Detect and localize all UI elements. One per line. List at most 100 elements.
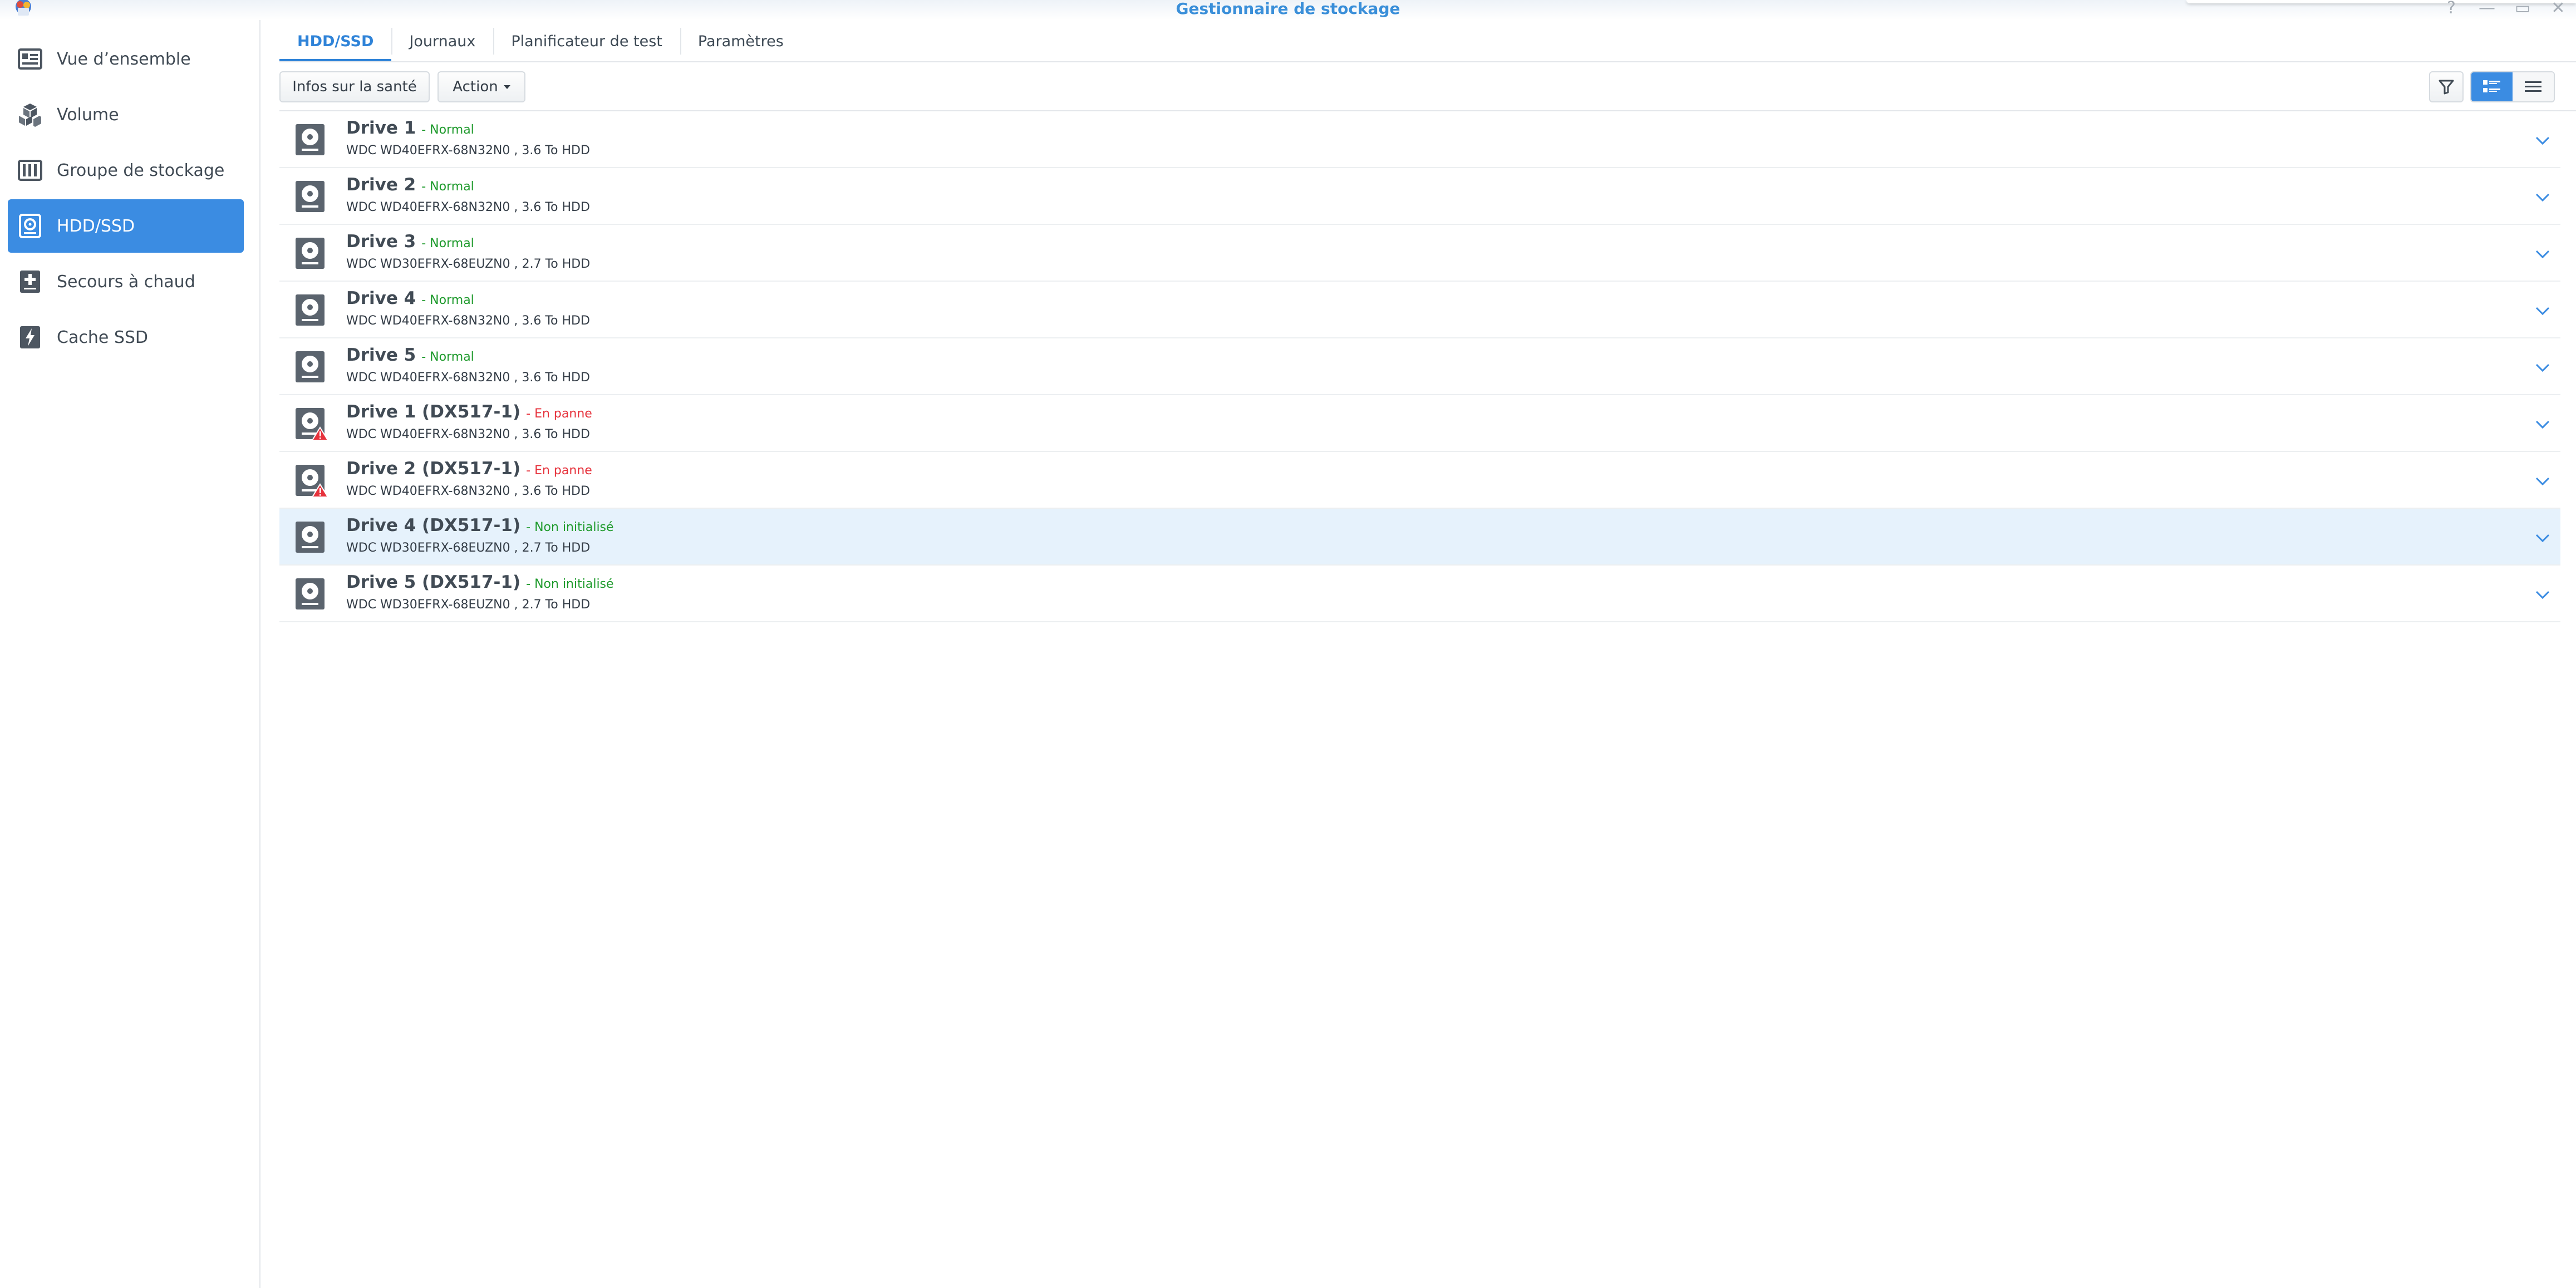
sidebar-item-label: Volume bbox=[57, 105, 119, 125]
drive-name: Drive 1 bbox=[346, 118, 416, 138]
ssd-cache-icon bbox=[16, 323, 45, 352]
drive-list: Drive 1 - Normal WDC WD40EFRX-68N32N0 , 3… bbox=[279, 111, 2560, 622]
drive-status: - Normal bbox=[421, 123, 474, 137]
drive-status: - Non initialisé bbox=[526, 577, 614, 591]
drive-status: - Non initialisé bbox=[526, 520, 614, 534]
tab-divider bbox=[279, 61, 2576, 62]
hdd-icon bbox=[294, 122, 328, 157]
drive-title: Drive 4 (DX517-1) - Non initialisé bbox=[346, 515, 614, 538]
hdd-icon bbox=[294, 236, 328, 271]
drive-name: Drive 4 bbox=[346, 288, 416, 308]
sidebar-item-label: Vue d’ensemble bbox=[57, 49, 191, 69]
drive-status: - En panne bbox=[526, 464, 592, 478]
sidebar-item-ssd-cache[interactable]: Cache SSD bbox=[8, 311, 244, 364]
drive-row[interactable]: Drive 5 (DX517-1) - Non initialisé WDC WD… bbox=[279, 566, 2560, 622]
drive-title: Drive 2 - Normal bbox=[346, 175, 474, 197]
drive-name: Drive 2 bbox=[346, 175, 416, 195]
drive-title: Drive 3 - Normal bbox=[346, 232, 474, 254]
hdd-icon bbox=[294, 179, 328, 214]
sidebar: Vue d’ensemble Volume Groupe de stockage… bbox=[0, 20, 260, 1288]
drive-row[interactable]: Drive 1 - Normal WDC WD40EFRX-68N32N0 , 3… bbox=[279, 111, 2560, 168]
list-compact-icon bbox=[2525, 81, 2541, 92]
drive-row[interactable]: Drive 4 (DX517-1) - Non initialisé WDC WD… bbox=[279, 509, 2560, 566]
help-button[interactable]: ? bbox=[2434, 0, 2469, 19]
hdd-icon bbox=[294, 293, 328, 327]
drive-title: Drive 2 (DX517-1) - En panne bbox=[346, 459, 592, 481]
list-detail-icon bbox=[2483, 80, 2500, 92]
overview-icon bbox=[16, 45, 45, 73]
hot-spare-icon bbox=[16, 267, 45, 296]
drive-title: Drive 5 - Normal bbox=[346, 345, 474, 367]
tab-logs[interactable]: Journaux bbox=[391, 21, 493, 61]
chevron-down-icon[interactable] bbox=[2534, 302, 2552, 319]
chevron-down-icon[interactable] bbox=[2534, 472, 2552, 490]
chevron-down-icon[interactable] bbox=[2534, 188, 2552, 206]
drive-row[interactable]: Drive 3 - Normal WDC WD30EFRX-68EUZN0 , 2… bbox=[279, 225, 2560, 282]
drive-row[interactable]: Drive 2 - Normal WDC WD40EFRX-68N32N0 , 3… bbox=[279, 168, 2560, 225]
tab-test-scheduler[interactable]: Planificateur de test bbox=[493, 21, 680, 61]
drive-row[interactable]: Drive 1 (DX517-1) - En panne WDC WD40EFRX… bbox=[279, 395, 2560, 452]
drive-detail: WDC WD40EFRX-68N32N0 , 3.6 To HDD bbox=[346, 371, 590, 385]
chevron-down-icon[interactable] bbox=[2534, 131, 2552, 149]
drive-name: Drive 3 bbox=[346, 232, 416, 252]
drive-detail: WDC WD40EFRX-68N32N0 , 3.6 To HDD bbox=[346, 427, 590, 441]
sidebar-item-label: Secours à chaud bbox=[57, 272, 195, 292]
tab-settings[interactable]: Paramètres bbox=[680, 21, 802, 61]
chevron-down-icon[interactable] bbox=[2534, 245, 2552, 263]
drive-detail: WDC WD40EFRX-68N32N0 , 3.6 To HDD bbox=[346, 144, 590, 158]
drive-status: - En panne bbox=[526, 407, 592, 421]
drive-title: Drive 1 (DX517-1) - En panne bbox=[346, 402, 592, 424]
chevron-down-icon[interactable] bbox=[2534, 358, 2552, 376]
detail-view-button[interactable] bbox=[2471, 72, 2513, 101]
sidebar-item-label: HDD/SSD bbox=[57, 216, 135, 236]
filter-icon bbox=[2439, 80, 2454, 95]
chevron-down-icon[interactable] bbox=[2534, 415, 2552, 433]
drive-status: - Normal bbox=[421, 293, 474, 307]
drive-detail: WDC WD30EFRX-68EUZN0 , 2.7 To HDD bbox=[346, 598, 591, 612]
drive-name: Drive 5 (DX517-1) bbox=[346, 572, 521, 592]
hdd-icon bbox=[294, 406, 329, 441]
caret-down-icon bbox=[503, 85, 510, 89]
health-info-button[interactable]: Infos sur la santé bbox=[279, 71, 430, 102]
drive-detail: WDC WD30EFRX-68EUZN0 , 2.7 To HDD bbox=[346, 257, 591, 271]
drive-status: - Normal bbox=[421, 180, 474, 194]
title-bar: Gestionnaire de stockage ? — ▭ ✕ bbox=[0, 0, 2576, 20]
drive-name: Drive 5 bbox=[346, 345, 416, 365]
compact-view-button[interactable] bbox=[2513, 72, 2554, 101]
drive-title: Drive 5 (DX517-1) - Non initialisé bbox=[346, 572, 614, 594]
drive-detail: WDC WD40EFRX-68N32N0 , 3.6 To HDD bbox=[346, 314, 590, 328]
drive-detail: WDC WD30EFRX-68EUZN0 , 2.7 To HDD bbox=[346, 541, 591, 555]
drive-title: Drive 1 - Normal bbox=[346, 118, 474, 140]
hdd-icon bbox=[16, 212, 45, 240]
drive-detail: WDC WD40EFRX-68N32N0 , 3.6 To HDD bbox=[346, 200, 590, 214]
hdd-icon bbox=[294, 350, 328, 384]
drive-title: Drive 4 - Normal bbox=[346, 288, 474, 311]
sidebar-item-storage-pool[interactable]: Groupe de stockage bbox=[8, 144, 244, 197]
sidebar-item-volume[interactable]: Volume bbox=[8, 88, 244, 141]
drive-status: - Normal bbox=[421, 237, 474, 250]
action-label: Action bbox=[453, 78, 498, 95]
sidebar-item-label: Cache SSD bbox=[57, 327, 149, 347]
drive-row[interactable]: Drive 4 - Normal WDC WD40EFRX-68N32N0 , 3… bbox=[279, 282, 2560, 338]
minimize-button[interactable]: — bbox=[2469, 0, 2505, 19]
tab-hdd-ssd[interactable]: HDD/SSD bbox=[279, 21, 392, 61]
hdd-icon bbox=[294, 463, 329, 498]
action-dropdown-button[interactable]: Action bbox=[437, 71, 525, 102]
chevron-down-icon[interactable] bbox=[2534, 586, 2552, 603]
close-button[interactable]: ✕ bbox=[2540, 0, 2576, 19]
maximize-button[interactable]: ▭ bbox=[2505, 0, 2540, 19]
sidebar-item-hot-spare[interactable]: Secours à chaud bbox=[8, 255, 244, 308]
drive-row[interactable]: Drive 2 (DX517-1) - En panne WDC WD40EFRX… bbox=[279, 452, 2560, 509]
drive-status: - Normal bbox=[421, 350, 474, 364]
volume-icon bbox=[16, 100, 45, 129]
view-mode-toggle bbox=[2470, 71, 2555, 102]
drive-row[interactable]: Drive 5 - Normal WDC WD40EFRX-68N32N0 , 3… bbox=[279, 338, 2560, 395]
chevron-down-icon[interactable] bbox=[2534, 529, 2552, 547]
sidebar-item-overview[interactable]: Vue d’ensemble bbox=[8, 32, 244, 86]
storage-pool-icon bbox=[16, 156, 45, 185]
sidebar-item-hdd-ssd[interactable]: HDD/SSD bbox=[8, 199, 244, 253]
drive-name: Drive 2 (DX517-1) bbox=[346, 459, 521, 479]
tab-bar: HDD/SSD Journaux Planificateur de test P… bbox=[279, 21, 802, 61]
drive-name: Drive 4 (DX517-1) bbox=[346, 515, 521, 535]
filter-button[interactable] bbox=[2429, 71, 2464, 102]
